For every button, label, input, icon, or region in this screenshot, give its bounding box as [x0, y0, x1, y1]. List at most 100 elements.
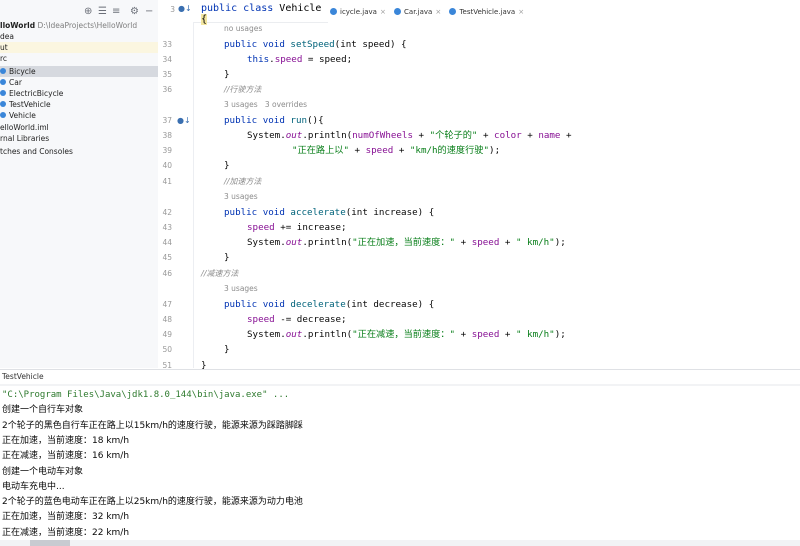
code-token: += increase; — [274, 222, 347, 233]
tree-item-label: Vehicle — [9, 111, 36, 120]
tree-item[interactable]: TestVehicle — [0, 99, 158, 110]
code-token: void — [257, 39, 291, 50]
code-comment: //减速方法 — [201, 269, 239, 278]
project-tool-window: ⊕ ☰ ≡ ⚙ − lloWorld D:\IdeaProjects\Hello… — [0, 0, 158, 368]
code-line: public void decelerate(int decrease) { — [224, 297, 434, 312]
code-line: System.out.println("正在减速，当前速度：" + speed … — [247, 327, 566, 342]
code-line: } — [224, 67, 230, 82]
code-vision-hint[interactable]: 3 usages 3 overrides — [224, 97, 307, 112]
run-tool-window: TestVehicle "C:\Program Files\Java\jdk1.… — [0, 369, 800, 546]
code-token: "km/h的速度行驶" — [409, 145, 490, 156]
tab-testvehicle-java[interactable]: TestVehicle.java × — [449, 4, 524, 20]
line-number: 50 — [162, 345, 172, 354]
console-line: 正在减速，当前速度：16 km/h — [2, 451, 130, 462]
java-class-icon — [330, 8, 337, 15]
code-token: System. — [247, 237, 286, 248]
java-class-icon — [0, 112, 6, 118]
code-token: } — [224, 344, 230, 355]
code-token: out — [285, 130, 303, 141]
line-number: 35 — [162, 70, 172, 79]
bottom-toolbar-button[interactable] — [30, 540, 70, 546]
code-token: "个轮子的" — [429, 130, 478, 141]
code-token: ); — [554, 237, 566, 248]
code-comment: //加速方法 — [224, 177, 262, 186]
line-number: 45 — [162, 253, 172, 262]
line-number: 44 — [162, 238, 172, 247]
code-token: color — [494, 130, 522, 141]
console-line: 正在减速，当前速度：22 km/h — [2, 527, 130, 538]
run-tab-testvehicle[interactable]: TestVehicle — [0, 370, 44, 384]
code-token: speed — [471, 329, 500, 340]
line-number: 34 — [162, 55, 172, 64]
code-token: speed — [365, 145, 394, 156]
tree-item-label: ut — [0, 43, 8, 52]
code-vision-hint[interactable]: 3 usages — [224, 189, 258, 204]
tree-item-label: lloWorld — [0, 21, 36, 30]
code-token: + — [499, 237, 516, 248]
tree-item[interactable]: tches and Consoles — [0, 146, 158, 157]
code-token: (int increase) { — [345, 207, 435, 218]
code-token: public — [224, 207, 258, 218]
code-vision-hint[interactable]: 3 usages — [224, 281, 258, 296]
code-vision-hint[interactable]: no usages — [224, 21, 262, 36]
tree-item[interactable]: rnal Libraries — [0, 133, 158, 144]
code-line: } — [224, 250, 230, 265]
java-class-icon — [394, 8, 402, 15]
console-line: 正在加速，当前速度：18 km/h — [2, 435, 130, 446]
hide-panel-icon[interactable]: − — [145, 4, 153, 20]
line-number: 47 — [162, 300, 172, 309]
code-token: .println( — [302, 130, 353, 141]
java-class-icon — [449, 8, 457, 15]
tree-item[interactable]: Car — [0, 77, 158, 88]
close-icon[interactable]: × — [380, 8, 386, 16]
tree-item[interactable]: Bicycle — [0, 66, 158, 77]
tree-item[interactable]: ElectricBicycle — [0, 88, 158, 99]
code-token: -= decrease; — [274, 314, 347, 325]
code-token: System. — [247, 130, 286, 141]
sticky-class-header[interactable]: 3 ●↓ public class Vehicle { — [158, 0, 328, 25]
collapse-all-icon[interactable]: ☰ — [98, 4, 107, 20]
tab-bicycle-java[interactable]: icycle.java × — [330, 4, 386, 20]
line-number: 39 — [162, 146, 172, 155]
code-token: public — [224, 39, 258, 50]
tree-item-label: rc — [0, 54, 8, 63]
code-token: name — [538, 130, 561, 141]
gear-icon[interactable]: ⚙ — [130, 4, 139, 20]
tree-item[interactable]: dea — [0, 31, 158, 42]
tree-item[interactable]: lloWorld D:\IdeaProjects\HelloWorld — [0, 20, 158, 31]
tab-car-java[interactable]: Car.java × — [394, 4, 441, 20]
override-gutter-icon[interactable]: ●↓ — [177, 113, 191, 128]
code-token: speed — [274, 54, 303, 65]
code-token: + — [521, 130, 539, 141]
tree-item-label: tches and Consoles — [0, 147, 73, 156]
code-token: void — [257, 299, 291, 310]
expand-all-icon[interactable]: ≡ — [112, 4, 120, 20]
line-number: 37 — [162, 116, 172, 125]
code-token: setSpeed — [290, 39, 335, 50]
tree-item[interactable]: elloWorld.iml — [0, 122, 158, 133]
code-line: System.out.println(numOfWheels + "个轮子的" … — [247, 128, 572, 143]
code-token: } — [224, 252, 230, 263]
code-token: (int decrease) { — [345, 299, 435, 310]
tree-item[interactable]: Vehicle — [0, 110, 158, 121]
code-line: public void setSpeed(int speed) { — [224, 37, 407, 52]
line-number: 48 — [162, 315, 172, 324]
line-number: 36 — [162, 85, 172, 94]
code-token: accelerate — [290, 207, 346, 218]
line-number: 43 — [162, 223, 172, 232]
code-token: " km/h" — [515, 329, 555, 340]
line-number: 41 — [162, 177, 172, 186]
close-icon[interactable]: × — [518, 8, 524, 16]
line-number: 38 — [162, 131, 172, 140]
code-token: speed — [471, 237, 500, 248]
code-line: speed += increase; — [247, 220, 347, 235]
code-token: .println( — [302, 329, 353, 340]
code-line: this.speed = speed; — [247, 52, 352, 67]
code-token: " km/h" — [515, 237, 555, 248]
tree-item[interactable]: rc — [0, 53, 158, 64]
code-token: "正在减速，当前速度：" — [352, 329, 456, 340]
override-gutter-icon[interactable]: ●↓ — [178, 4, 192, 13]
tree-item[interactable]: ut — [0, 42, 158, 53]
locate-target-icon[interactable]: ⊕ — [84, 4, 92, 20]
close-icon[interactable]: × — [435, 8, 441, 16]
